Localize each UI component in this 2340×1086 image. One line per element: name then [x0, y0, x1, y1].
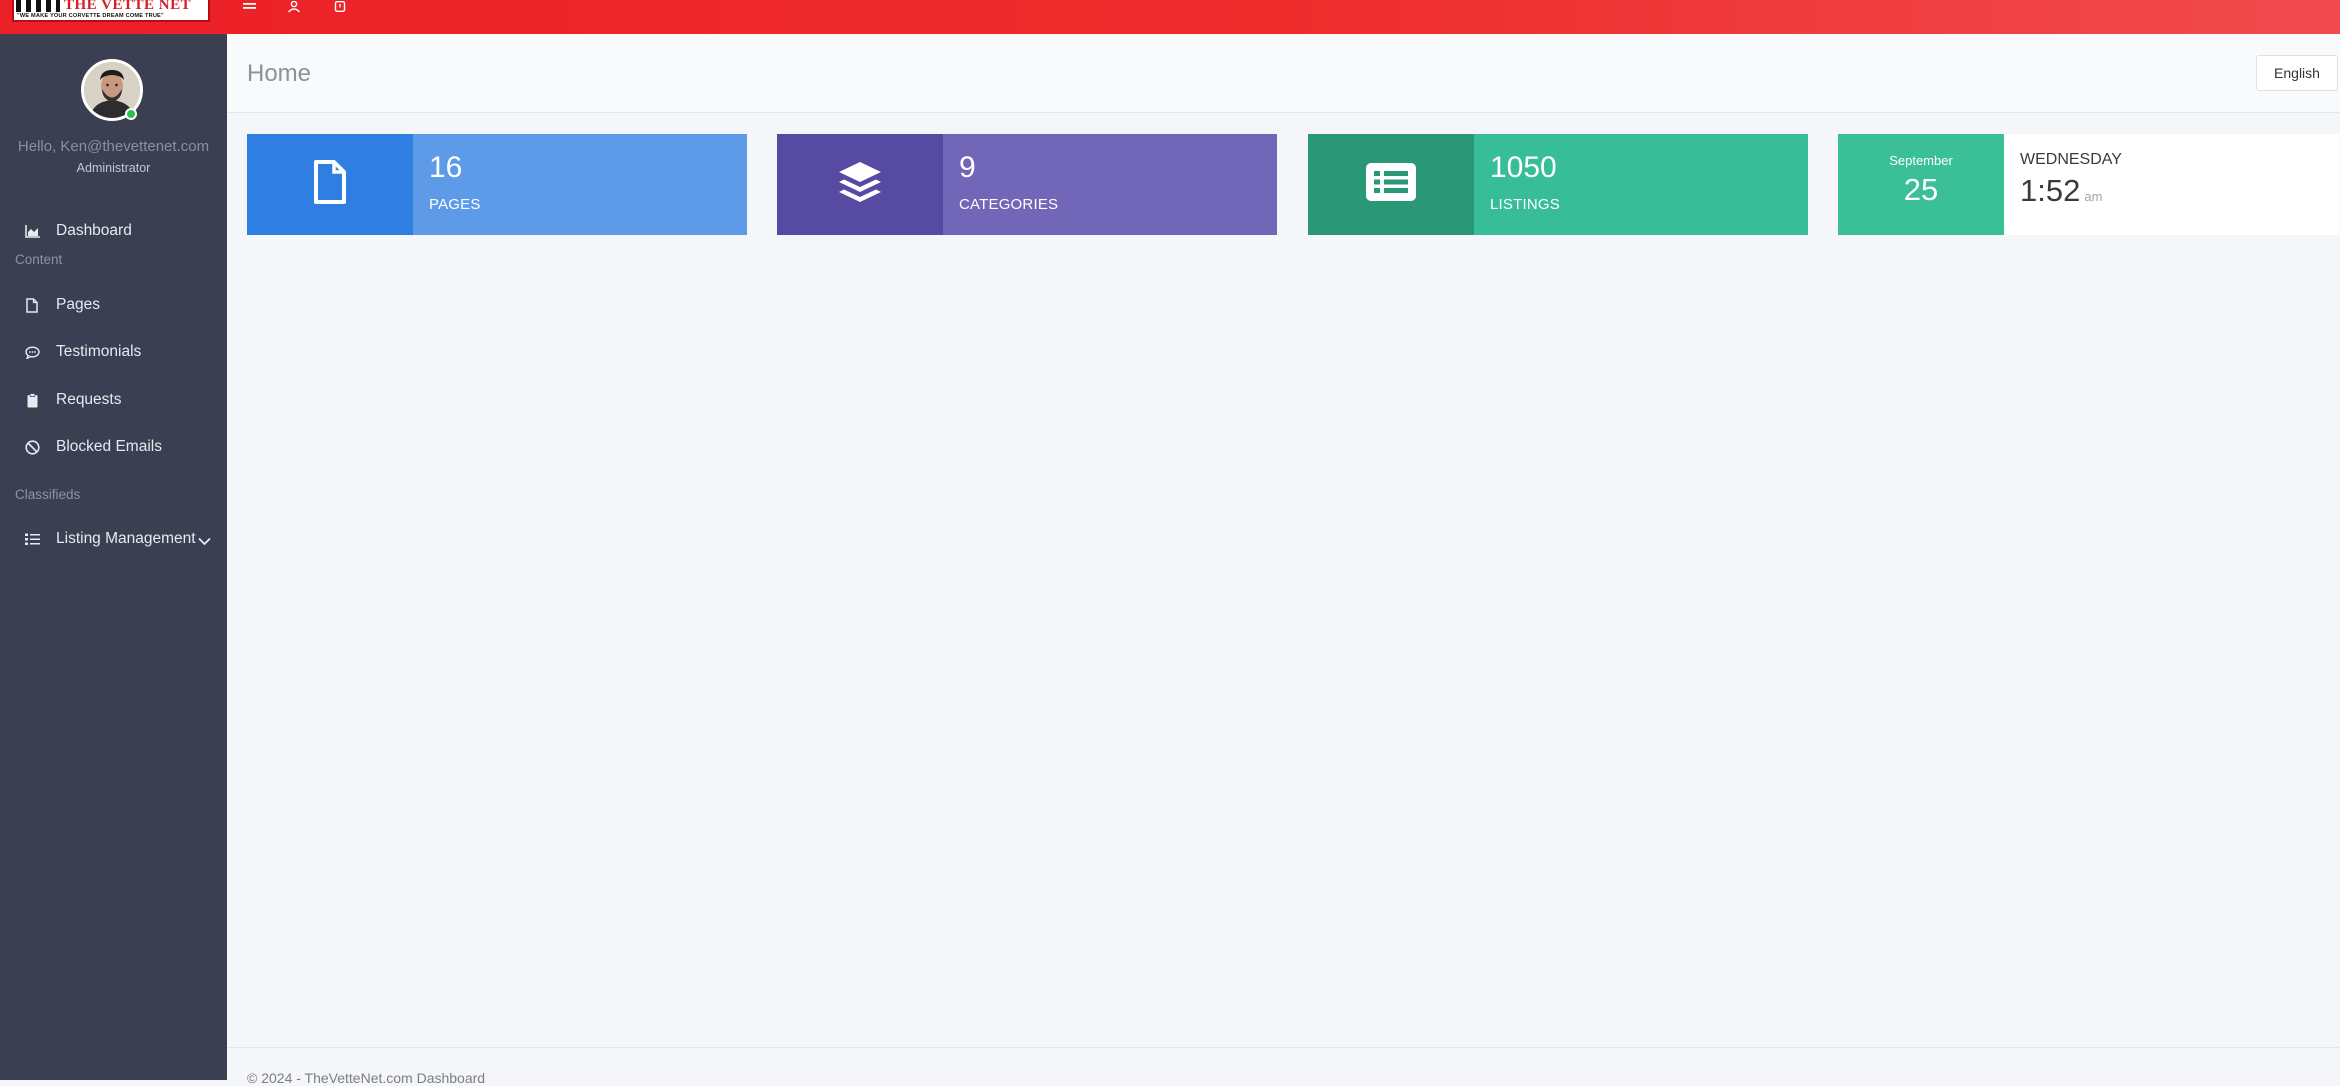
tasks-icon	[24, 531, 40, 547]
stat-card-icon-panel	[247, 134, 413, 235]
user-role: Administrator	[76, 161, 151, 175]
stat-card-icon-panel	[1308, 134, 1474, 235]
time-value: 1:52	[2020, 173, 2081, 208]
clipboard-icon	[24, 392, 40, 408]
sidebar-item-blocked-emails[interactable]: Blocked Emails	[0, 427, 227, 467]
online-status-indicator	[125, 108, 137, 120]
stat-card-body: 1050 LISTINGS	[1474, 134, 1808, 235]
checkered-flag-graphic	[16, 0, 60, 12]
sidebar: Hello, Ken@thevettenet.com Administrator…	[0, 34, 227, 1080]
footer-copyright: © 2024 - TheVetteNet.com Dashboard	[247, 1070, 486, 1086]
stat-card-pages[interactable]: 16 PAGES	[247, 134, 747, 235]
language-button[interactable]: English	[2256, 55, 2338, 91]
weekday: WEDNESDAY	[2020, 151, 2122, 168]
stat-value: 1050	[1490, 151, 1557, 184]
page-title: Home	[247, 60, 312, 87]
date-time-widget: September 25 WEDNESDAY 1:52 am	[1838, 134, 2339, 235]
sidebar-item-label: Pages	[56, 296, 100, 313]
comment-icon	[24, 344, 40, 360]
stat-card-categories[interactable]: 9 CATEGORIES	[777, 134, 1277, 235]
sidebar-item-pages[interactable]: Pages	[0, 285, 227, 325]
ban-icon	[24, 439, 40, 455]
sidebar-item-dashboard[interactable]: Dashboard	[0, 211, 227, 251]
chart-area-icon	[24, 223, 40, 239]
chevron-down-icon[interactable]	[198, 533, 211, 551]
sidebar-item-label: Listing Management	[56, 530, 196, 547]
list-alt-icon	[1366, 163, 1416, 206]
sidebar-item-label: Blocked Emails	[56, 438, 162, 455]
date-panel: September 25	[1838, 134, 2004, 235]
logo-title: THE VETTE NET	[64, 0, 192, 13]
footer: © 2024 - TheVetteNet.com Dashboard	[227, 1047, 2340, 1086]
sidebar-item-label: Dashboard	[56, 222, 132, 239]
site-logo[interactable]: THE VETTE NET "WE MAKE YOUR CORVETTE DRE…	[12, 0, 210, 22]
sidebar-section-classifieds: Classifieds	[15, 487, 81, 502]
time-panel: WEDNESDAY 1:52 am	[2004, 134, 2122, 235]
power-icon[interactable]	[328, 0, 352, 14]
file-icon	[24, 297, 40, 313]
stat-card-body: 16 PAGES	[413, 134, 747, 235]
sidebar-item-label: Testimonials	[56, 343, 142, 360]
stat-label: CATEGORIES	[959, 196, 1059, 213]
time-ampm: am	[2084, 189, 2103, 204]
content-header: Home English	[227, 34, 2340, 113]
sidebar-item-listing-management[interactable]: Listing Management	[0, 519, 227, 559]
clock-time: 1:52 am	[2020, 173, 2122, 209]
stat-label: PAGES	[429, 196, 481, 213]
stat-label: LISTINGS	[1490, 196, 1560, 213]
stat-value: 9	[959, 151, 976, 184]
sidebar-item-label: Requests	[56, 391, 122, 408]
sidebar-item-testimonials[interactable]: Testimonials	[0, 332, 227, 372]
layers-icon	[837, 159, 883, 210]
sidebar-section-content: Content	[15, 252, 63, 267]
sidebar-item-requests[interactable]: Requests	[0, 380, 227, 420]
stat-card-icon-panel	[777, 134, 943, 235]
stat-card-listings[interactable]: 1050 LISTINGS	[1308, 134, 1808, 235]
user-icon[interactable]	[282, 0, 306, 14]
logo-tagline: "WE MAKE YOUR CORVETTE DREAM COME TRUE"	[17, 13, 164, 19]
date-day: 25	[1903, 172, 1939, 207]
stat-card-body: 9 CATEGORIES	[943, 134, 1277, 235]
user-greeting: Hello, Ken@thevettenet.com	[17, 138, 210, 155]
menu-icon[interactable]	[237, 0, 261, 14]
top-navbar: THE VETTE NET "WE MAKE YOUR CORVETTE DRE…	[0, 0, 2340, 34]
stat-value: 16	[429, 151, 463, 184]
date-month: September	[1889, 153, 1953, 168]
file-icon	[313, 160, 347, 209]
